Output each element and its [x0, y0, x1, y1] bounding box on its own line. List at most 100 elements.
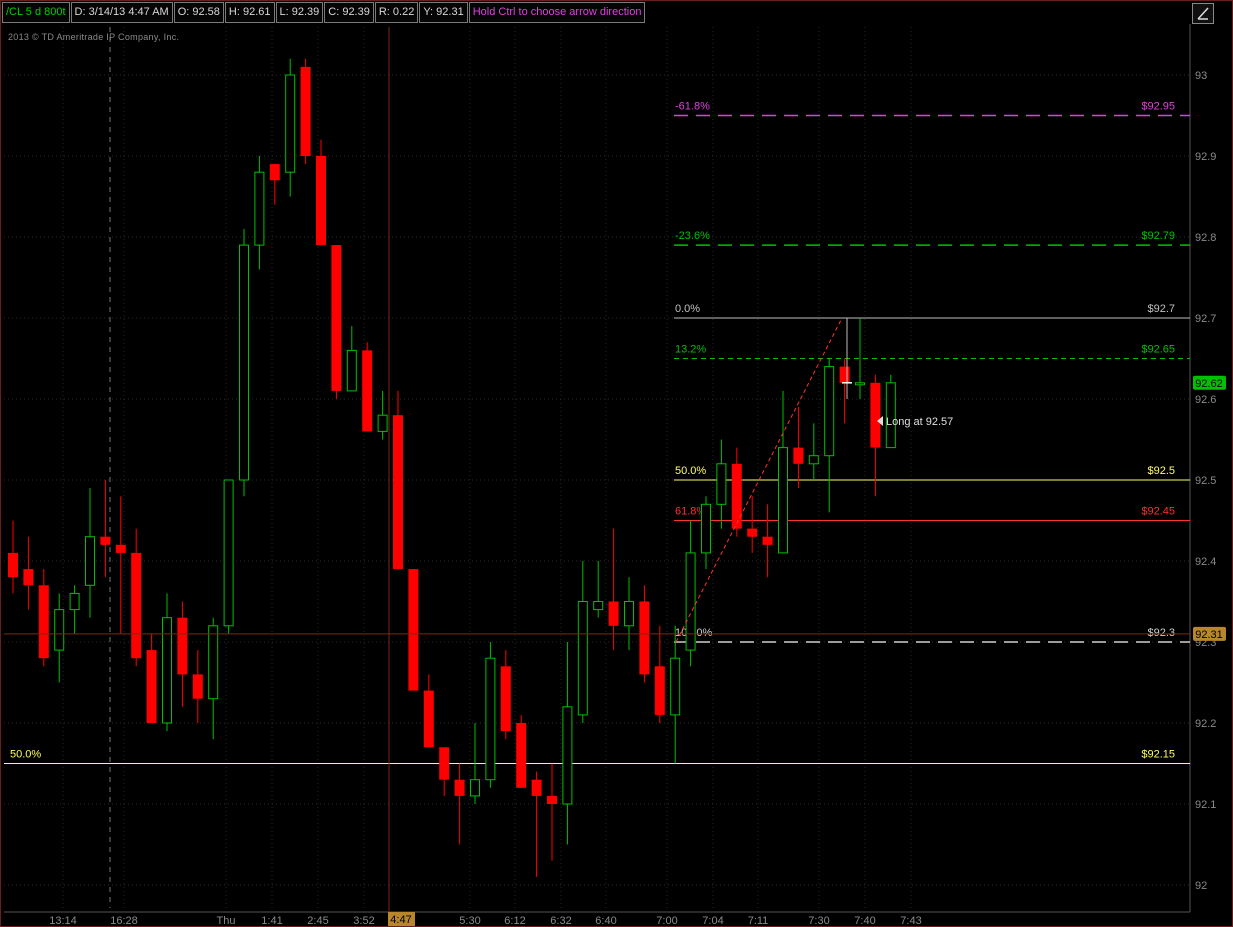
time-axis: 13:14 16:28 Thu 1:41 2:45 3:52 5:30 6:12 6:32 6:4…: [49, 915, 921, 927]
x-tick-label: 6:40: [595, 915, 616, 927]
x-tick-label: 7:43: [900, 915, 921, 927]
copyright-notice: 2013 © TD Ameritrade IP Company, Inc.: [8, 32, 180, 42]
candle-body: [639, 601, 650, 675]
candle-body: [808, 455, 819, 465]
long-entry-annotation: Long at 92.57: [886, 416, 953, 428]
candle-body: [269, 164, 280, 181]
candle-body: [577, 601, 588, 716]
x-tick-label: 2:45: [307, 915, 328, 927]
x-tick-label: 7:04: [702, 915, 723, 927]
candle-body: [778, 447, 788, 554]
grid-lines: [4, 24, 1191, 913]
candle-body: [285, 74, 296, 173]
price-chart[interactable]: -61.8% $92.95 -23.6% $92.79 0.0% $92.7 13.2% $9…: [0, 0, 1233, 927]
maximize-button[interactable]: [1192, 3, 1214, 24]
price-markers: 92.62 92.31 4:47: [388, 375, 1226, 926]
candle-body: [85, 536, 95, 586]
fib-level-percent: 0.0%: [675, 303, 700, 315]
fib-level-price: $92.15: [1141, 749, 1175, 761]
candle-body: [454, 779, 465, 796]
fib-level-percent: 50.0%: [10, 749, 41, 761]
candle-body: [562, 706, 573, 805]
overlay-lines: Long at 92.57: [4, 27, 1190, 912]
candle-body: [839, 366, 850, 383]
candle-body: [208, 625, 219, 700]
price-marker-label: 92.31: [1195, 629, 1223, 641]
candle-body: [100, 536, 111, 545]
x-tick-label: 5:30: [459, 915, 480, 927]
date-field: D: 3/14/13 4:47 AM: [70, 2, 173, 23]
candle-body: [654, 666, 665, 715]
y-tick-label: 92.7: [1195, 313, 1216, 325]
x-tick-label: 16:28: [110, 915, 138, 927]
x-tick-label: 13:14: [49, 915, 77, 927]
candle-body: [470, 779, 480, 797]
fib-level-percent: 50.0%: [675, 465, 706, 477]
candle-body: [223, 479, 234, 627]
candlesticks: [8, 58, 896, 877]
x-tick-label: 6:32: [550, 915, 571, 927]
x-tick-label: 7:00: [656, 915, 677, 927]
fib-level-price: $92.5: [1147, 465, 1175, 477]
open-field: O: 92.58: [173, 2, 224, 23]
candle-body: [701, 503, 711, 554]
fib-level-price: $92.45: [1141, 506, 1175, 518]
candle-body: [747, 528, 758, 537]
candle-body: [608, 601, 619, 626]
x-tick-label: 1:41: [261, 915, 282, 927]
price-marker-label: 92.62: [1195, 378, 1223, 390]
candle-body: [300, 66, 311, 156]
candle-body: [500, 666, 511, 732]
low-field: L: 92.39: [275, 2, 324, 23]
fib-level-percent: -23.6%: [675, 230, 710, 242]
candle-body: [146, 650, 157, 723]
candle-body: [362, 350, 373, 432]
candle-body: [593, 601, 604, 611]
candle-body: [192, 674, 203, 699]
candle-body: [716, 463, 727, 505]
candle-body: [54, 609, 65, 651]
high-field: H: 92.61: [224, 2, 275, 23]
y-tick-label: 92.1: [1195, 799, 1216, 811]
candle-body: [670, 657, 681, 716]
candle-body: [316, 156, 326, 246]
candle-body: [516, 723, 527, 788]
candle-body: [762, 536, 773, 545]
candle-body: [38, 585, 49, 659]
x-tick-label: 6:12: [504, 915, 525, 927]
candle-body: [377, 414, 388, 432]
candle-body: [254, 171, 265, 246]
y-tick-label: 92.4: [1195, 556, 1216, 568]
candle-body: [23, 569, 34, 586]
candle-body: [624, 601, 634, 627]
candle-body: [8, 552, 18, 578]
fib-level-percent: -61.8%: [675, 101, 710, 113]
candle-body: [69, 592, 80, 611]
fib-level-price: $92.65: [1141, 344, 1175, 356]
candle-body: [331, 245, 342, 391]
candle-body: [131, 552, 142, 659]
y-tick-label: 92.8: [1195, 232, 1216, 244]
y-tick-label: 92.6: [1195, 394, 1216, 406]
candle-body: [731, 463, 742, 529]
candle-body: [824, 366, 835, 457]
cursor-time-label: 4:47: [390, 914, 411, 926]
candle-body: [393, 415, 403, 570]
x-tick-label: 7:30: [808, 915, 829, 927]
x-tick-label: 3:52: [353, 915, 374, 927]
candle-body: [115, 544, 126, 553]
fib-level-price: $92.95: [1141, 101, 1175, 113]
x-tick-label: Thu: [217, 915, 236, 927]
candle-body: [793, 447, 804, 464]
candle-body: [346, 349, 357, 392]
candle-body: [439, 747, 450, 780]
y-tick-label: 92: [1195, 880, 1207, 892]
y-tick-label: 92.5: [1195, 475, 1216, 487]
y-tick-label: 92.9: [1195, 151, 1216, 163]
y-tick-label: 93: [1195, 70, 1207, 82]
header-bar: /CL 5 d 800t D: 3/14/13 4:47 AM O: 92.58…: [2, 2, 646, 23]
diagonal-arrow-icon: [1197, 7, 1209, 20]
candle-body: [239, 244, 249, 481]
y-field: Y: 92.31: [419, 2, 468, 23]
symbol-field[interactable]: /CL 5 d 800t: [2, 2, 70, 23]
